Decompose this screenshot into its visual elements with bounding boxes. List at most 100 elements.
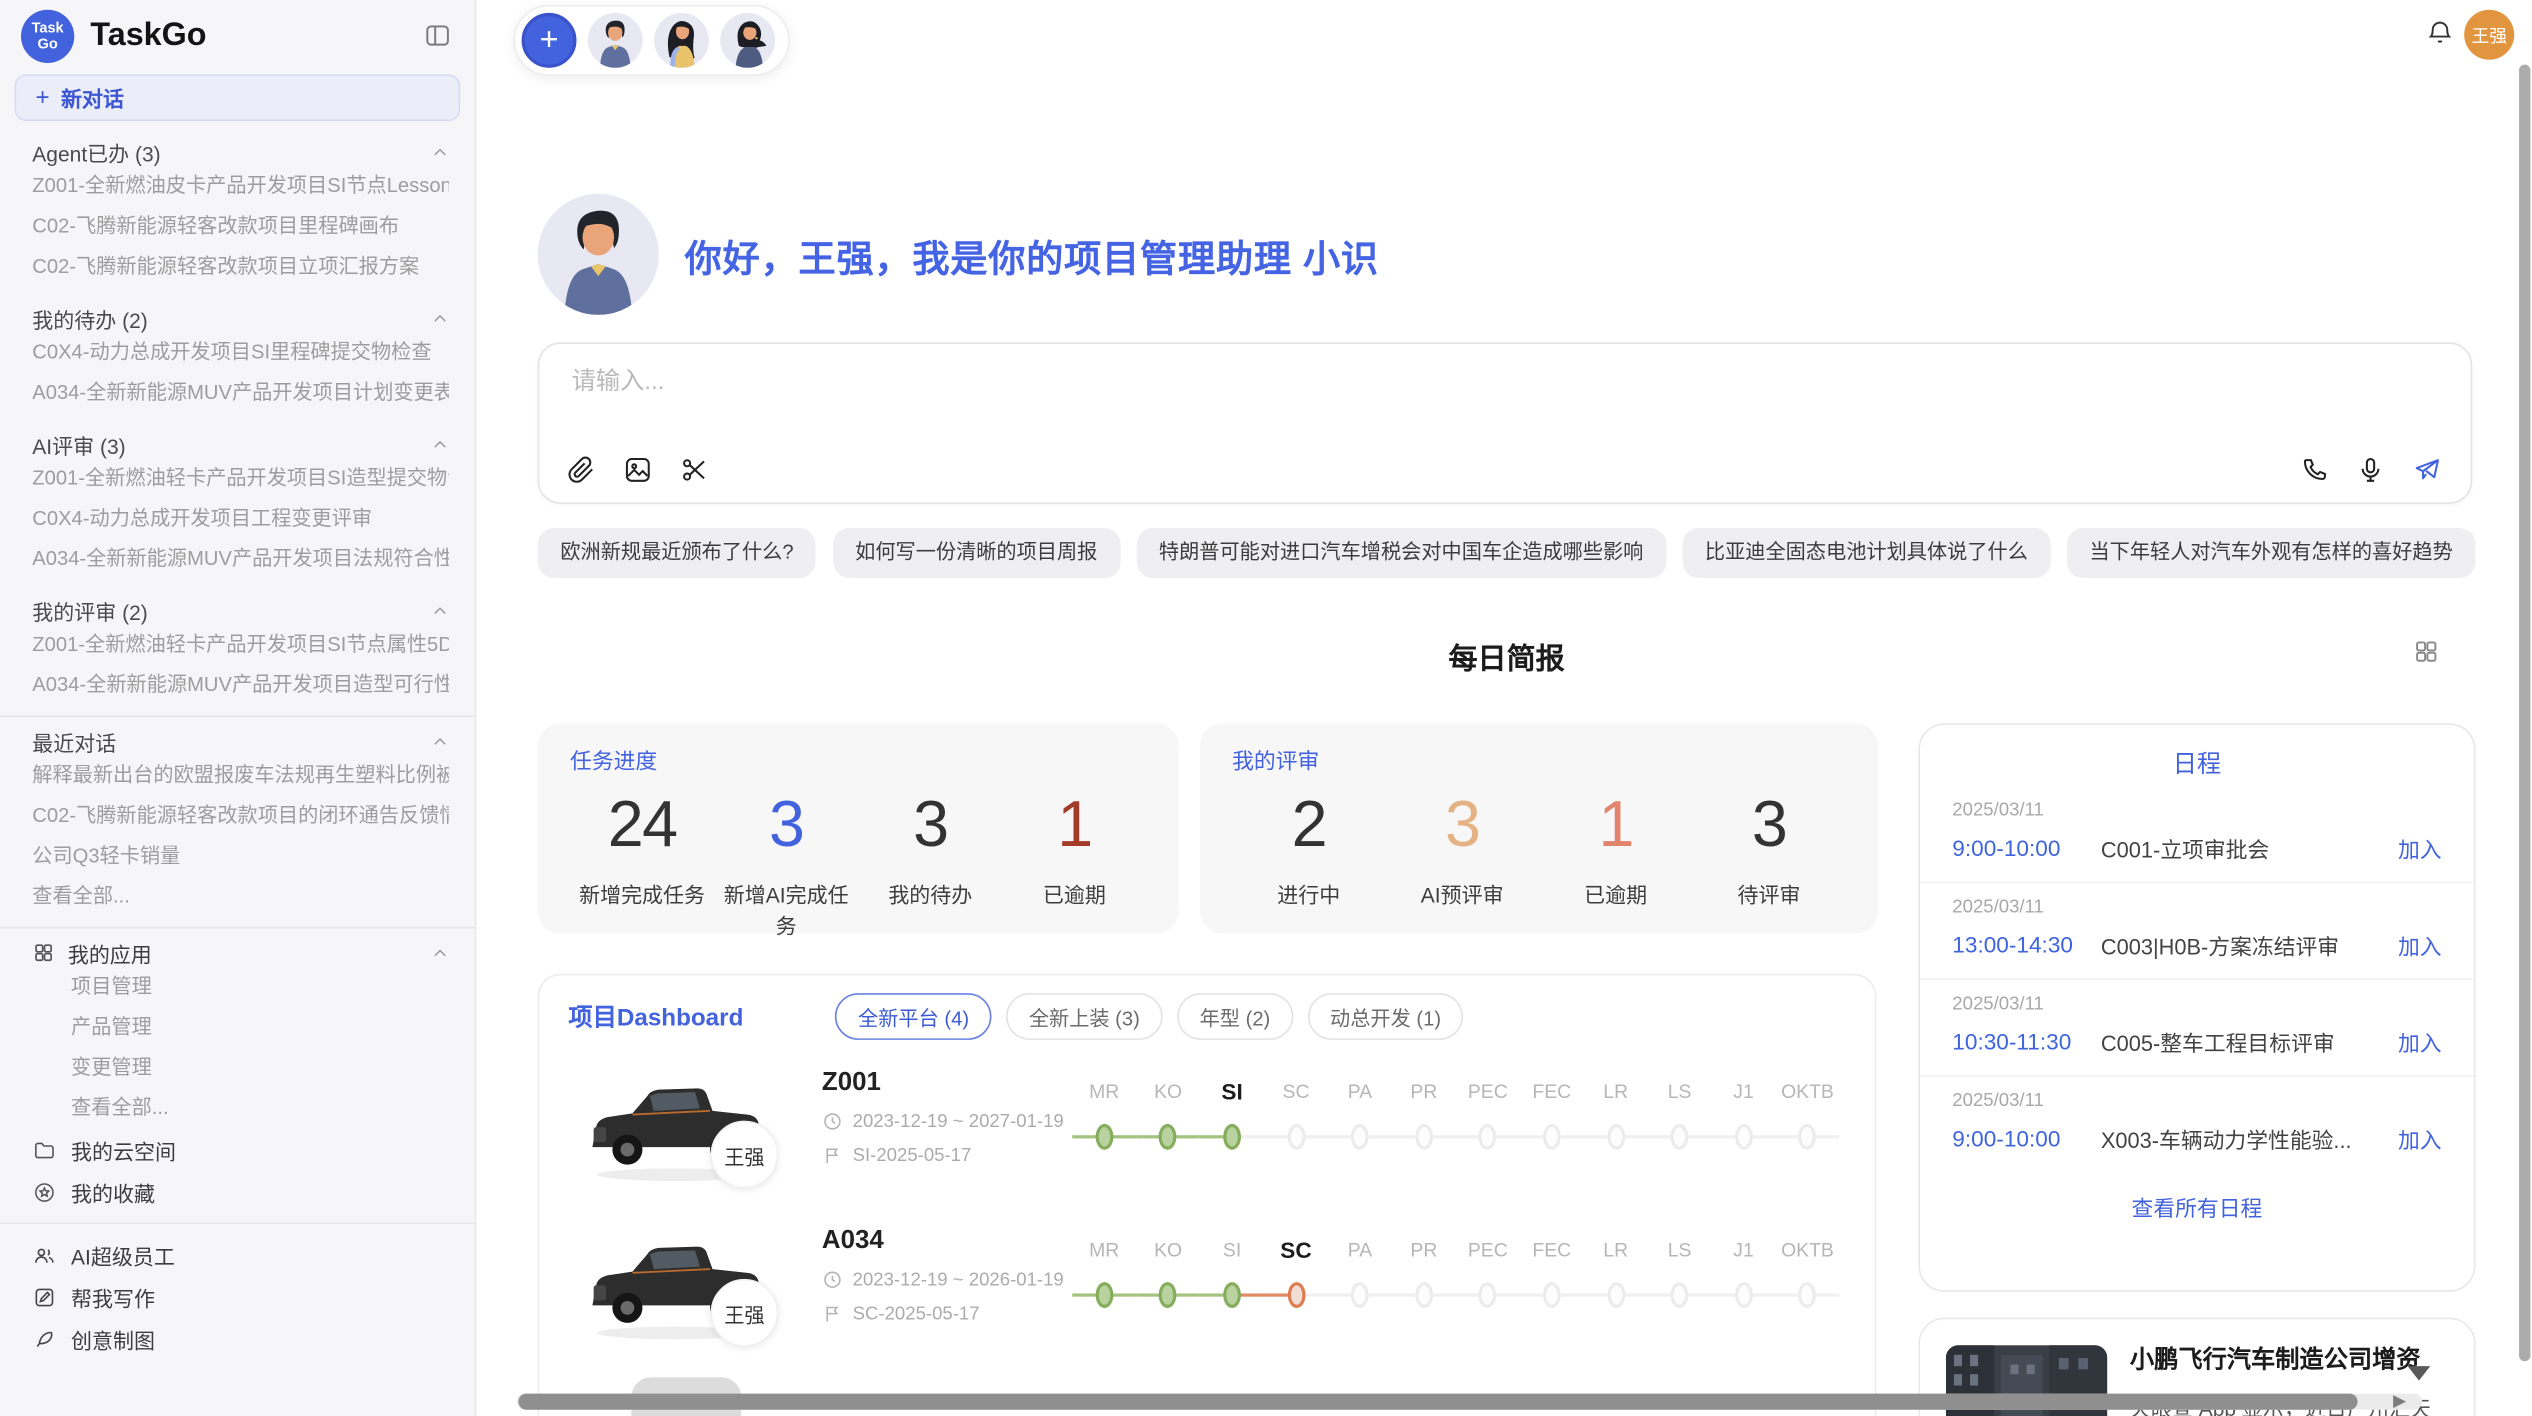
suggestion-chip[interactable]: 如何写一份清晰的项目周报 bbox=[833, 528, 1120, 578]
chevron-up-icon[interactable] bbox=[431, 602, 449, 620]
suggestion-chip[interactable]: 特朗普可能对进口汽车增税会对中国车企造成哪些影响 bbox=[1136, 528, 1666, 578]
chevron-up-icon[interactable] bbox=[431, 944, 449, 962]
conversation-item[interactable]: Z001-全新燃油轻卡产品开发项目SI造型提交物评审 bbox=[32, 459, 449, 499]
collapse-sidebar-icon[interactable] bbox=[423, 21, 452, 50]
conversation-item[interactable]: 解释最新出台的欧盟报废车法规再生塑料比例被调至15%... bbox=[32, 756, 449, 796]
stat-label: 新增AI完成任务 bbox=[714, 878, 858, 939]
schedule-entry: 2025/03/11 10:30-11:30 C005-整车工程目标评审 加入 bbox=[1920, 979, 2474, 1076]
milestone-dot bbox=[1351, 1282, 1369, 1308]
schedule-entry: 2025/03/11 9:00-10:00 C001-立项审批会 加入 bbox=[1920, 786, 2474, 881]
agent-avatar[interactable] bbox=[654, 13, 709, 68]
sidebar-item-help-me-write[interactable]: 帮我写作 bbox=[0, 1276, 475, 1318]
milestone: PEC bbox=[1456, 1075, 1520, 1154]
view-all-schedule-link[interactable]: 查看所有日程 bbox=[1920, 1172, 2474, 1240]
microphone-icon[interactable] bbox=[2356, 455, 2385, 484]
sidebar-item-cloud-space[interactable]: 我的云空间 bbox=[0, 1129, 475, 1171]
schedule-event-title: C001-立项审批会 bbox=[2101, 832, 2385, 864]
sidebar-item-creative-drawing[interactable]: 创意制图 bbox=[0, 1318, 475, 1360]
agent-avatar[interactable] bbox=[720, 13, 775, 68]
sidebar-section-agent-done: Agent已办 (3) Z001-全新燃油皮卡产品开发项目SI节点Lesson … bbox=[0, 137, 475, 287]
conversation-item[interactable]: C02-飞腾新能源轻客改款项目立项汇报方案 bbox=[32, 247, 449, 287]
send-icon[interactable] bbox=[2413, 455, 2442, 484]
clock-icon bbox=[822, 1111, 843, 1132]
sidebar-item-ai-super-staff[interactable]: AI超级员工 bbox=[0, 1234, 475, 1276]
schedule-card: 日程 2025/03/11 9:00-10:00 C001-立项审批会 加入 2… bbox=[1918, 723, 2475, 1291]
milestone: SI bbox=[1200, 1075, 1264, 1154]
chevron-up-icon[interactable] bbox=[431, 732, 449, 750]
new-chat-button[interactable]: + 新对话 bbox=[15, 74, 461, 121]
dashboard-tab[interactable]: 年型 (2) bbox=[1177, 993, 1293, 1040]
project-row[interactable]: 王强 Z001 2023-12-19 ~ 2027-01-19 SI-2025-… bbox=[539, 1050, 1874, 1208]
conversation-item[interactable]: C02-飞腾新能源轻客改款项目的闭环通告反馈情况 bbox=[32, 796, 449, 836]
user-avatar[interactable]: 王强 bbox=[2464, 10, 2514, 60]
milestone: MR bbox=[1072, 1075, 1136, 1154]
folder-icon bbox=[32, 1138, 56, 1162]
flag-icon bbox=[822, 1145, 843, 1166]
stat-label: 我的待办 bbox=[858, 878, 1002, 909]
app-item[interactable]: 变更管理 bbox=[32, 1048, 449, 1088]
dashboard-tab[interactable]: 全新上装 (3) bbox=[1006, 993, 1162, 1040]
conversation-item[interactable]: C0X4-动力总成开发项目工程变更评审 bbox=[32, 499, 449, 539]
schedule-event-title: C005-整车工程目标评审 bbox=[2101, 1025, 2385, 1057]
conversation-item[interactable]: A034-全新新能源MUV产品开发项目计划变更表编写 bbox=[32, 373, 449, 413]
conversation-item[interactable]: A034-全新新能源MUV产品开发项目法规符合性评审 bbox=[32, 539, 449, 579]
schedule-title: 日程 bbox=[1920, 725, 2474, 780]
scroll-right-arrow[interactable] bbox=[2393, 1395, 2406, 1408]
chevron-up-icon[interactable] bbox=[431, 435, 449, 453]
agent-avatar[interactable] bbox=[588, 13, 643, 68]
add-agent-button[interactable]: + bbox=[522, 13, 577, 68]
voice-call-icon[interactable] bbox=[2299, 455, 2328, 484]
join-button[interactable]: 加入 bbox=[2398, 1025, 2442, 1057]
vertical-scrollbar-thumb[interactable] bbox=[2519, 65, 2530, 1362]
conversation-item[interactable]: C0X4-动力总成开发项目SI里程碑提交物检查 bbox=[32, 333, 449, 373]
suggestion-chip[interactable]: 比亚迪全固态电池计划具体说了什么 bbox=[1682, 528, 2050, 578]
chevron-up-icon[interactable] bbox=[431, 143, 449, 161]
milestone-dot bbox=[1735, 1282, 1753, 1308]
horizontal-scrollbar-thumb[interactable] bbox=[518, 1394, 2357, 1410]
section-title: AI评审 (3) bbox=[32, 429, 125, 460]
dashboard-title: 项目Dashboard bbox=[568, 1000, 743, 1034]
conversation-item[interactable]: Z001-全新燃油皮卡产品开发项目SI节点Lesson Learn报告 bbox=[32, 166, 449, 206]
greeting: 你好，王强，我是你的项目管理助理 小识 bbox=[538, 194, 1379, 315]
conversation-item[interactable]: A034-全新新能源MUV产品开发项目造型可行性评审 bbox=[32, 665, 449, 705]
layout-grid-icon[interactable] bbox=[2413, 638, 2440, 665]
conversation-item[interactable]: Z001-全新燃油轻卡产品开发项目SI节点属性5D文件评审 bbox=[32, 625, 449, 665]
sidebar-item-label: 帮我写作 bbox=[71, 1281, 155, 1312]
chat-input[interactable] bbox=[568, 367, 1705, 398]
project-date-range: 2023-12-19 ~ 2026-01-19 bbox=[853, 1270, 1064, 1289]
scroll-down-arrow[interactable] bbox=[2408, 1366, 2431, 1381]
app-item[interactable]: 项目管理 bbox=[32, 967, 449, 1007]
app-item[interactable]: 查看全部... bbox=[32, 1088, 449, 1128]
new-chat-label: 新对话 bbox=[61, 82, 124, 113]
project-row[interactable]: 王强 A034 2023-12-19 ~ 2026-01-19 SC-2025-… bbox=[539, 1208, 1874, 1366]
sidebar-item-favorites[interactable]: 我的收藏 bbox=[0, 1171, 475, 1213]
insert-image-icon[interactable] bbox=[623, 455, 652, 484]
card-title: 任务进度 bbox=[570, 743, 1146, 775]
milestone-track: MR KO bbox=[1072, 1234, 1839, 1313]
stat-value: 1 bbox=[1539, 788, 1692, 862]
join-button[interactable]: 加入 bbox=[2398, 1122, 2442, 1154]
notifications-bell-icon[interactable] bbox=[2425, 18, 2454, 47]
owner-badge: 王强 bbox=[711, 1121, 779, 1189]
conversation-item[interactable]: 公司Q3轻卡销量 bbox=[32, 836, 449, 876]
schedule-date: 2025/03/11 bbox=[1952, 801, 2441, 820]
dashboard-tab[interactable]: 全新平台 (4) bbox=[835, 993, 991, 1040]
stat: 1 已逾期 bbox=[1539, 788, 1692, 909]
join-button[interactable]: 加入 bbox=[2398, 832, 2442, 864]
divider bbox=[0, 1222, 475, 1224]
dashboard-tab[interactable]: 动总开发 (1) bbox=[1307, 993, 1463, 1040]
schedule-time: 13:00-14:30 bbox=[1952, 932, 2101, 958]
app-item[interactable]: 产品管理 bbox=[32, 1008, 449, 1048]
screenshot-scissors-icon[interactable] bbox=[680, 455, 709, 484]
chevron-up-icon[interactable] bbox=[431, 309, 449, 327]
suggestion-chip[interactable]: 当下年轻人对汽车外观有怎样的喜好趋势 bbox=[2067, 528, 2476, 578]
stat: 3 我的待办 bbox=[858, 788, 1002, 940]
attach-file-icon[interactable] bbox=[567, 455, 596, 484]
milestone-dot bbox=[1415, 1282, 1433, 1308]
my-review-card: 我的评审 2 进行中 3 AI预评审 bbox=[1200, 723, 1878, 933]
join-button[interactable]: 加入 bbox=[2398, 929, 2442, 961]
suggestion-chip[interactable]: 欧洲新规最近颁布了什么? bbox=[538, 528, 816, 578]
conversation-item[interactable]: C02-飞腾新能源轻客改款项目里程碑画布 bbox=[32, 207, 449, 247]
conversation-item[interactable]: 查看全部... bbox=[32, 877, 449, 917]
stat: 3 待评审 bbox=[1692, 788, 1845, 909]
